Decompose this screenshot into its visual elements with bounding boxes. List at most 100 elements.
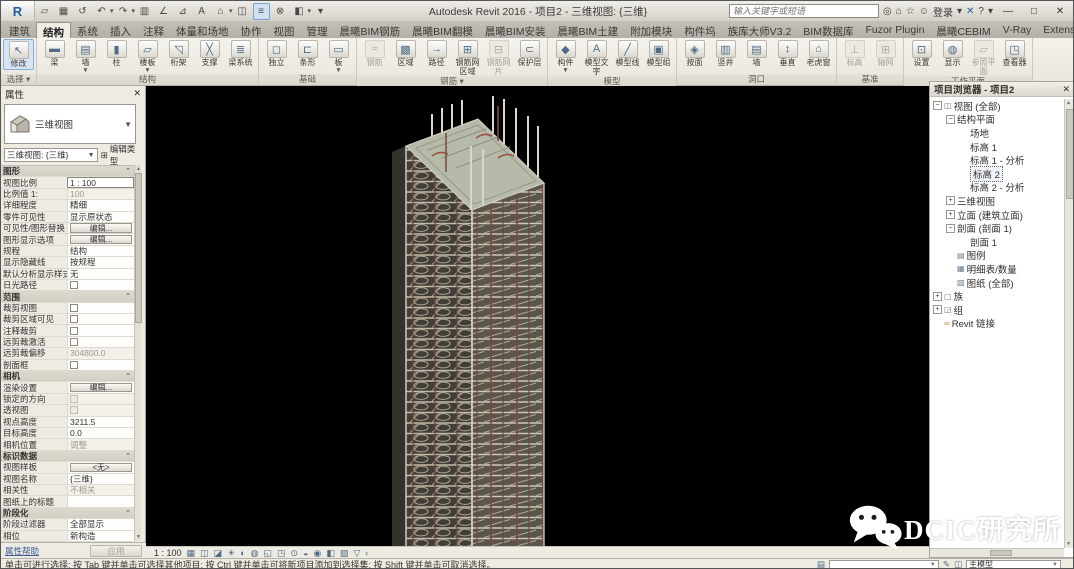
browser-vertical-scrollbar[interactable]: ▲ ▼	[1064, 99, 1073, 548]
property-value[interactable]: 按规程	[67, 257, 134, 268]
tree-item-族[interactable]: + ▢ 族	[931, 289, 1063, 303]
close-button[interactable]: ✕	[1049, 3, 1071, 19]
tab-晨曦CEBIM[interactable]: 晨曦CEBIM	[930, 22, 996, 38]
tab-BIM数据库[interactable]: BIM数据库	[797, 22, 859, 38]
scroll-up-icon[interactable]: ▲	[135, 165, 142, 173]
model-text-button[interactable]: A 模型文字	[581, 39, 612, 76]
collapse-icon[interactable]: ⌃	[125, 291, 134, 301]
wall-opening-button[interactable]: ▤ 墙	[741, 39, 772, 68]
dropdown-icon[interactable]: ▾	[110, 7, 114, 15]
sync-with-central-icon[interactable]: ↺	[74, 3, 91, 20]
signin-button[interactable]: 登录	[933, 4, 953, 19]
property-row[interactable]: 零件可见性 显示原状态	[1, 211, 134, 223]
collapse-icon[interactable]: ⌃	[125, 508, 134, 518]
customize-qat-icon[interactable]: ▾	[312, 3, 329, 20]
worksets-icon[interactable]: ▤	[817, 559, 825, 568]
dropdown-icon[interactable]: ▾	[957, 6, 962, 17]
fabric-area-button[interactable]: ⊞ 钢筋网区域	[452, 39, 483, 76]
tab-视图[interactable]: 视图	[268, 22, 301, 38]
print-icon[interactable]: ▥	[136, 3, 153, 20]
collapse-icon[interactable]: ⌃	[125, 166, 134, 176]
property-value[interactable]: 编辑...	[67, 382, 134, 393]
tab-协作[interactable]: 协作	[235, 22, 268, 38]
properties-help-link[interactable]: 属性帮助	[5, 545, 39, 557]
dropdown-icon[interactable]: ▾	[229, 7, 233, 15]
property-row[interactable]: 比例值 1: 100	[1, 188, 134, 201]
property-row[interactable]: 相位 新构造	[1, 530, 134, 542]
view-scale-button[interactable]: 1 : 100	[154, 548, 182, 558]
tree-item-标高 2[interactable]: 标高 2	[931, 165, 1063, 182]
expand-icon[interactable]: +	[946, 196, 955, 206]
tab-体量和场地[interactable]: 体量和场地	[170, 22, 235, 38]
rebar-path-button[interactable]: → 路径	[421, 39, 452, 68]
property-row[interactable]: 显示隐藏线 按规程	[1, 257, 134, 269]
view-filter-combobox[interactable]: 三维视图: {三维} ▼	[4, 148, 98, 162]
design-options-icon[interactable]: ◫	[954, 559, 962, 568]
account-icon[interactable]: ☺	[919, 6, 929, 17]
tab-管理[interactable]: 管理	[301, 22, 334, 38]
detail-level-icon[interactable]: ◫	[200, 548, 209, 558]
tab-晨曦BIM土建[interactable]: 晨曦BIM土建	[552, 22, 625, 38]
show-workplane-button[interactable]: ◍ 显示	[937, 39, 968, 68]
undo-icon[interactable]: ↶	[93, 3, 110, 20]
thin-lines-icon[interactable]: ≡	[252, 2, 270, 20]
crop-view-icon[interactable]: ◱	[263, 548, 272, 558]
expand-icon[interactable]: +	[946, 210, 955, 220]
tab-晨曦BIM安装[interactable]: 晨曦BIM安装	[479, 22, 552, 38]
expand-viewbar-icon[interactable]: ‹	[365, 548, 368, 558]
property-row[interactable]: 透视图	[1, 405, 134, 417]
property-row[interactable]: 远剪裁激活	[1, 336, 134, 349]
cover-button[interactable]: ⊂ 保护层	[514, 39, 545, 68]
truss-button[interactable]: ◹ 桁架	[163, 39, 194, 68]
property-checkbox[interactable]	[70, 315, 78, 324]
edit-type-button[interactable]: ⊞ 编辑类型	[101, 143, 143, 167]
tree-item-结构平面[interactable]: − 结构平面	[931, 113, 1063, 126]
property-value[interactable]: 无	[67, 268, 134, 279]
tab-族库大师V3.2[interactable]: 族库大师V3.2	[722, 22, 798, 38]
shaft-opening-button[interactable]: ▥ 竖井	[710, 39, 741, 68]
property-value[interactable]	[67, 336, 134, 348]
visual-style-icon[interactable]: ◪	[214, 548, 223, 558]
tree-item-视图 (全部)[interactable]: − ◫ 视图 (全部)	[931, 99, 1063, 113]
tree-item-标高 1[interactable]: 标高 1	[931, 140, 1063, 154]
exchange-icon[interactable]: ⌂	[896, 6, 902, 17]
expand-icon[interactable]: +	[933, 291, 942, 301]
property-edit-button[interactable]: 编辑...	[70, 223, 132, 233]
property-row[interactable]: 目标高度 0.0	[1, 427, 134, 440]
help-dropdown-icon[interactable]: ▾	[988, 6, 993, 17]
temporary-hide-isolate-icon[interactable]: ◒	[303, 548, 308, 558]
component-button[interactable]: ◆ 构件 ▼	[550, 39, 581, 74]
set-workplane-button[interactable]: ⊡ 设置	[906, 39, 937, 68]
property-value[interactable]: {三维}	[67, 473, 134, 484]
tree-item-组[interactable]: + ◲ 组	[931, 303, 1063, 317]
tab-晨曦BIM翻模[interactable]: 晨曦BIM翻模	[406, 22, 479, 38]
shadows-icon[interactable]: ◐	[240, 548, 245, 558]
collapse-icon[interactable]: −	[946, 114, 955, 124]
scale-icon[interactable]: ▦	[187, 548, 196, 558]
isolated-foundation-button[interactable]: ◻ 独立	[261, 39, 292, 68]
vertical-opening-button[interactable]: ↕ 垂直	[772, 39, 803, 68]
property-edit-button[interactable]: <无>	[70, 462, 132, 473]
minimize-button[interactable]: —	[997, 3, 1019, 19]
editable-only-icon[interactable]: ✎	[943, 559, 950, 568]
property-value[interactable]: 0.0	[67, 427, 134, 439]
property-row[interactable]: 日光路径	[1, 279, 134, 292]
property-value[interactable]: 1 : 100	[67, 177, 134, 188]
property-row[interactable]: 相机位置 调整	[1, 439, 134, 451]
tree-item-图纸 (全部)[interactable]: ▧ 图纸 (全部)	[931, 276, 1063, 290]
floor-button[interactable]: ▱ 楼板 ▼	[132, 39, 163, 74]
property-value[interactable]: 编辑...	[67, 234, 134, 245]
property-row[interactable]: 阶段过滤器 全部显示	[1, 519, 134, 531]
analytical-model-icon[interactable]: ▽	[353, 548, 360, 558]
lock-3d-view-icon[interactable]: ⊙	[290, 548, 298, 558]
search-input[interactable]	[729, 4, 880, 18]
property-row[interactable]: 视点高度 3211.5	[1, 416, 134, 428]
favorites-icon[interactable]: ☆	[906, 6, 915, 17]
property-edit-button[interactable]: 编辑...	[70, 382, 132, 393]
tab-系统[interactable]: 系统	[71, 22, 104, 38]
property-row[interactable]: 视图比例 1 : 100	[1, 177, 134, 189]
brace-button[interactable]: ╳ 支撑	[194, 39, 225, 68]
switch-windows-icon[interactable]: ◧	[291, 3, 308, 20]
rebar-area-button[interactable]: ▩ 区域	[390, 39, 421, 68]
application-menu-button[interactable]: R	[1, 1, 35, 21]
